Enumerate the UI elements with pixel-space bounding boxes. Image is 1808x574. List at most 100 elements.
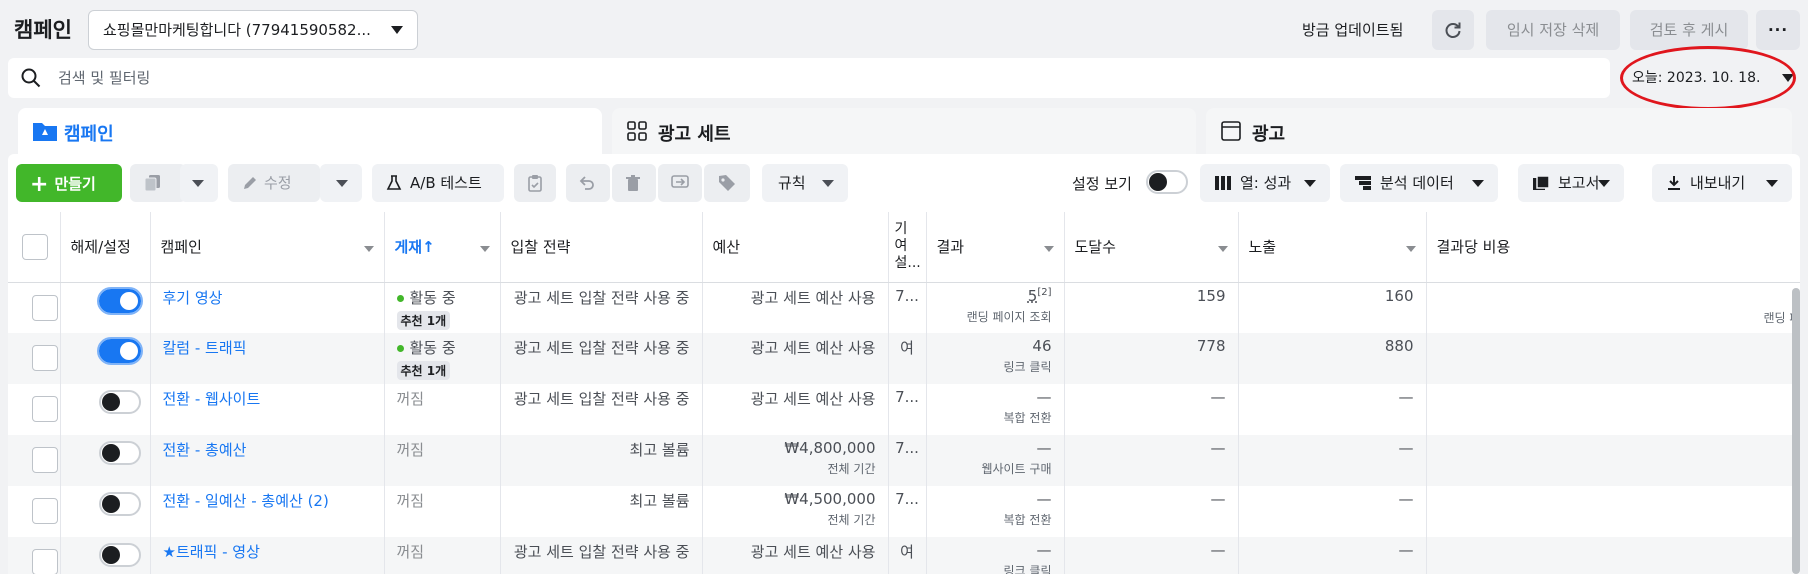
cost-per-result-cell: 랜딩 페이 (1426, 282, 1800, 333)
column-header[interactable]: 도달수 (1064, 212, 1239, 283)
budget-value: 광고 세트 예산 사용 (750, 288, 876, 307)
campaign-toggle[interactable] (98, 543, 141, 567)
row-checkbox[interactable] (32, 294, 58, 321)
column-header[interactable]: 예산 (702, 212, 889, 283)
tab-label: 캠페인 (64, 124, 114, 145)
campaign-name-link[interactable]: 칼럼 - 트래픽 (163, 339, 247, 357)
campaign-name-link[interactable]: 전환 - 웹사이트 (163, 390, 261, 408)
recommendation-badge[interactable]: 추천 1개 (396, 310, 451, 330)
refresh-button[interactable] (1432, 10, 1474, 50)
table-row[interactable]: ★트래픽 - 영상 꺼짐 광고 세트 입찰 전략 사용 중 광고 세트 예산 사용 여 —… (8, 537, 1800, 574)
column-header[interactable]: 입찰 전략 (500, 212, 703, 283)
result-type: 랜딩 페이지 조회 (966, 309, 1052, 324)
folder-icon (33, 123, 57, 141)
vertical-scrollbar[interactable] (1792, 288, 1800, 574)
campaign-name-link[interactable]: ★트래픽 - 영상 (163, 543, 260, 561)
edit-button[interactable]: 수정 (228, 164, 320, 202)
discard-drafts-button[interactable]: 임시 저장 삭제 (1486, 10, 1620, 50)
campaign-name-cell: 전환 - 일예산 - 총예산 (2) (150, 486, 385, 537)
chevron-down-icon (1782, 74, 1794, 82)
search-bar[interactable] (8, 58, 1610, 98)
column-header[interactable]: 결과 (926, 212, 1065, 283)
impressions-value: 160 (1384, 286, 1414, 305)
search-input[interactable] (58, 58, 1558, 98)
chevron-down-icon (1405, 246, 1416, 252)
columns-button[interactable]: 열: 성과 (1200, 164, 1330, 202)
setting-view-toggle[interactable] (1146, 170, 1188, 194)
duplicate-button[interactable] (130, 164, 186, 202)
reports-button[interactable]: 보고서 (1518, 164, 1624, 202)
budget-value: ₩4,800,000 (784, 439, 876, 457)
select-all-checkbox[interactable] (22, 233, 48, 260)
ab-test-label: A/B 테스트 (410, 174, 482, 192)
rules-button[interactable]: 규칙 (762, 164, 848, 202)
setting-view-label: 설정 보기 (1072, 175, 1132, 193)
columns-icon (1215, 176, 1231, 190)
chevron-down-icon (192, 180, 204, 187)
reach-value: — (1210, 541, 1226, 559)
ab-test-button[interactable]: A/B 테스트 (372, 164, 504, 202)
toggle-knob (119, 291, 138, 310)
column-header[interactable]: 해제/설정 (60, 212, 151, 283)
bid-strategy-cell: 광고 세트 입찰 전략 사용 중 (500, 384, 703, 435)
table-row[interactable]: 전환 - 총예산 꺼짐 최고 볼륨 ₩4,800,000 전체 기간 7... — 웹사이트 … (8, 435, 1800, 486)
campaign-toggle[interactable] (98, 390, 141, 414)
campaign-name-cell: 전환 - 총예산 (150, 435, 385, 486)
column-header[interactable]: 결과당 비용 (1426, 212, 1800, 283)
row-checkbox[interactable] (32, 498, 58, 524)
delete-button[interactable] (612, 164, 656, 202)
chevron-down-icon (1472, 180, 1484, 187)
tab-ads[interactable]: 광고 (1206, 108, 1792, 154)
table-row[interactable]: 칼럼 - 트래픽 활동 중 추천 1개 광고 세트 입찰 전략 사용 중 광고 세트 예… (8, 333, 1800, 384)
row-checkbox[interactable] (32, 396, 58, 422)
row-checkbox[interactable] (32, 345, 58, 371)
campaign-toggle[interactable] (96, 337, 143, 365)
clipboard-button[interactable] (514, 164, 556, 202)
campaign-toggle[interactable] (98, 492, 141, 516)
pencil-icon (244, 177, 256, 189)
undo-button[interactable] (566, 164, 610, 202)
column-header[interactable]: 게재↑ (384, 212, 501, 283)
analysis-data-button[interactable]: 분석 데이터 (1340, 164, 1498, 202)
table-row[interactable]: 후기 영상 활동 중 추천 1개 광고 세트 입찰 전략 사용 중 광고 세트 예산 사… (8, 282, 1800, 333)
tab-campaigns[interactable]: 캠페인 (18, 108, 602, 154)
toggle-knob (101, 546, 120, 564)
edit-label: 수정 (264, 174, 292, 192)
refresh-icon (1445, 22, 1461, 38)
export-button[interactable]: 내보내기 (1652, 164, 1792, 202)
row-checkbox[interactable] (32, 447, 58, 473)
column-header[interactable]: 노출 (1238, 212, 1427, 283)
campaign-toggle[interactable] (98, 441, 141, 465)
rules-label: 규칙 (778, 174, 806, 192)
edit-dropdown[interactable] (320, 164, 362, 202)
results-cell: — 링크 클릭 (926, 537, 1065, 574)
create-button[interactable]: + 만들기 (16, 164, 122, 202)
date-range-picker[interactable]: 오늘: 2023. 10. 18. (1620, 60, 1800, 96)
table-row[interactable]: 전환 - 일예산 - 총예산 (2) 꺼짐 최고 볼륨 ₩4,500,000 전체 기간… (8, 486, 1800, 537)
chevron-down-icon (1766, 180, 1778, 187)
campaign-name-link[interactable]: 후기 영상 (163, 289, 223, 307)
tag-button[interactable] (704, 164, 750, 202)
review-publish-button[interactable]: 검토 후 게시 (1630, 10, 1748, 50)
duplicate-dropdown[interactable] (180, 164, 218, 202)
column-header[interactable]: 기여 설... (888, 212, 927, 283)
swap-button[interactable] (658, 164, 702, 202)
account-selector[interactable]: 쇼핑몰만마케팅합니다 (77941590582... (88, 10, 418, 50)
result-type: 링크 클릭 (1003, 564, 1052, 574)
impressions-value: — (1398, 490, 1414, 508)
result-value: — (1036, 541, 1052, 559)
table-row[interactable]: 전환 - 웹사이트 꺼짐 광고 세트 입찰 전략 사용 중 광고 세트 예산 사용 7.… (8, 384, 1800, 435)
recommendation-badge[interactable]: 추천 1개 (396, 361, 451, 380)
bid-strategy-cell: 광고 세트 입찰 전략 사용 중 (500, 333, 703, 384)
campaign-name-link[interactable]: 전환 - 총예산 (163, 441, 247, 459)
tab-label: 광고 (1252, 124, 1286, 145)
more-options-button[interactable]: ··· (1756, 10, 1800, 50)
delivery-status: 꺼짐 (396, 543, 425, 561)
tag-icon (719, 175, 735, 191)
row-checkbox[interactable] (32, 549, 58, 574)
column-header[interactable]: 캠페인 (150, 212, 385, 283)
impressions-cell: — (1238, 537, 1427, 574)
campaign-toggle[interactable] (96, 286, 143, 315)
tab-ad-sets[interactable]: 광고 세트 (612, 108, 1196, 154)
campaign-name-link[interactable]: 전환 - 일예산 - 총예산 (2) (163, 492, 329, 510)
